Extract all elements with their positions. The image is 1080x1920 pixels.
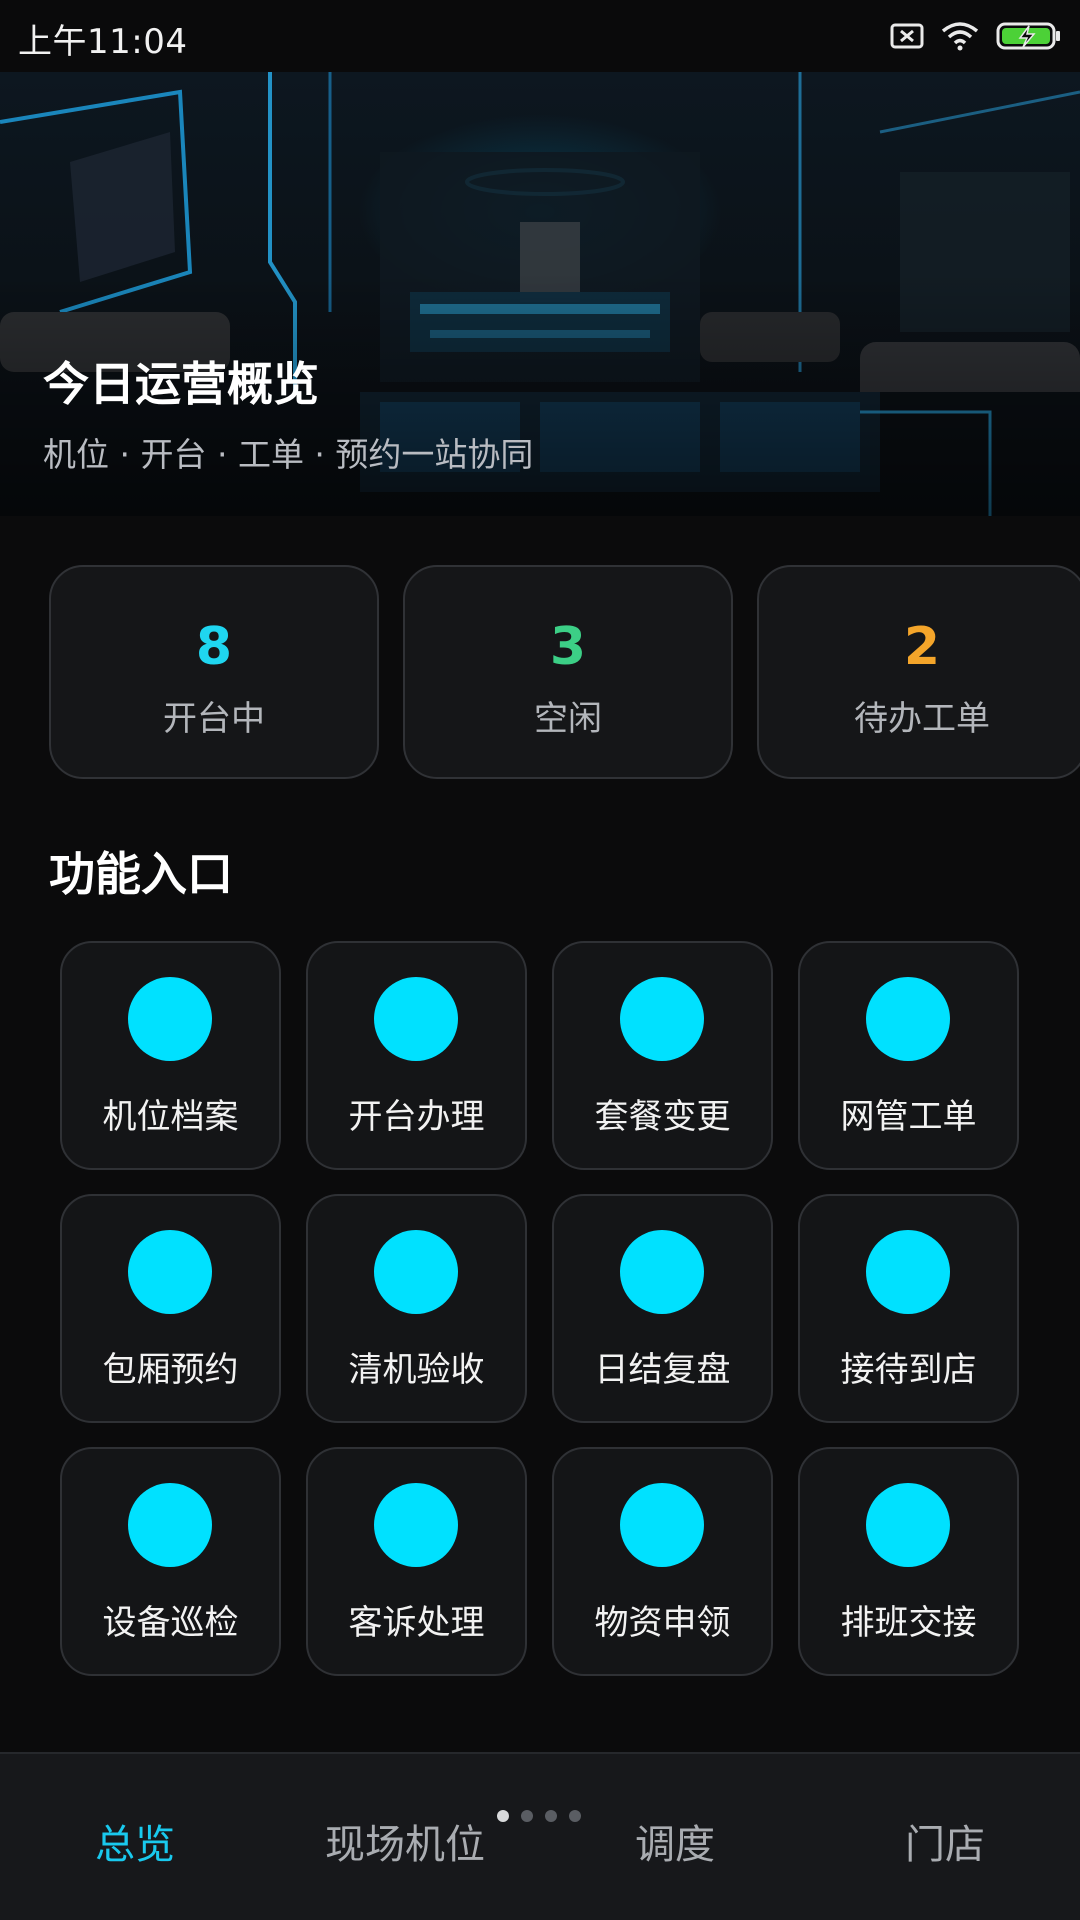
function-label: 套餐变更 [594, 1097, 731, 1137]
status-bar: 上午11:04 [0, 0, 1080, 72]
sim-error-icon [890, 23, 924, 49]
page-dot [569, 1810, 581, 1822]
function-icon [128, 977, 212, 1061]
status-icons [890, 18, 1062, 54]
function-icon [620, 977, 704, 1061]
nav-item-onsite-seats[interactable]: 现场机位 [295, 1812, 515, 1870]
function-icon [128, 1483, 212, 1567]
stat-card-pending-orders[interactable]: 2 待办工单 [757, 565, 1080, 779]
function-tile[interactable]: 网管工单 [798, 941, 1019, 1170]
function-icon [374, 977, 458, 1061]
function-tile[interactable]: 物资申领 [552, 1447, 773, 1676]
hero-banner: 今日运营概览 机位 · 开台 · 工单 · 预约一站协同 [0, 72, 1080, 516]
status-time: 上午11:04 [18, 22, 188, 62]
page-dot [497, 1810, 509, 1822]
function-tile[interactable]: 设备巡检 [60, 1447, 281, 1676]
function-tile[interactable]: 套餐变更 [552, 941, 773, 1170]
function-label: 清机验收 [348, 1350, 485, 1390]
stat-label: 待办工单 [854, 699, 990, 739]
function-icon [866, 1483, 950, 1567]
nav-item-store[interactable]: 门店 [835, 1812, 1055, 1870]
function-tile[interactable]: 清机验收 [306, 1194, 527, 1423]
function-icon [374, 1483, 458, 1567]
nav-item-overview[interactable]: 总览 [25, 1812, 245, 1870]
function-label: 客诉处理 [348, 1603, 485, 1643]
bottom-nav: 总览 现场机位 调度 门店 [0, 1752, 1080, 1920]
function-icon [620, 1483, 704, 1567]
function-label: 开台办理 [348, 1097, 485, 1137]
stat-value: 3 [549, 617, 587, 677]
function-tile[interactable]: 接待到店 [798, 1194, 1019, 1423]
page-dot [521, 1810, 533, 1822]
function-label: 排班交接 [840, 1603, 977, 1643]
function-icon [374, 1230, 458, 1314]
wifi-icon [940, 21, 980, 51]
page-dot [545, 1810, 557, 1822]
hero-title: 今日运营概览 [43, 357, 319, 411]
function-tile[interactable]: 排班交接 [798, 1447, 1019, 1676]
stat-card-open[interactable]: 8 开台中 [49, 565, 379, 779]
hero-subtitle: 机位 · 开台 · 工单 · 预约一站协同 [43, 435, 534, 474]
function-tile[interactable]: 机位档案 [60, 941, 281, 1170]
function-label: 网管工单 [840, 1097, 977, 1137]
stat-value: 2 [903, 617, 941, 677]
function-icon [128, 1230, 212, 1314]
function-tile[interactable]: 开台办理 [306, 941, 527, 1170]
function-label: 物资申领 [594, 1603, 731, 1643]
function-icon [866, 1230, 950, 1314]
function-tile[interactable]: 客诉处理 [306, 1447, 527, 1676]
page-indicator [497, 1810, 581, 1824]
stat-label: 空闲 [534, 699, 602, 739]
function-label: 接待到店 [840, 1350, 977, 1390]
functions-section-title: 功能入口 [49, 847, 233, 901]
nav-item-dispatch[interactable]: 调度 [565, 1812, 785, 1870]
function-label: 包厢预约 [102, 1350, 239, 1390]
stat-card-idle[interactable]: 3 空闲 [403, 565, 733, 779]
stat-value: 8 [195, 617, 233, 677]
function-label: 日结复盘 [594, 1350, 731, 1390]
function-icon [620, 1230, 704, 1314]
function-label: 设备巡检 [102, 1603, 239, 1643]
function-tile[interactable]: 包厢预约 [60, 1194, 281, 1423]
function-tile[interactable]: 日结复盘 [552, 1194, 773, 1423]
stats-row: 8 开台中 3 空闲 2 待办工单 [0, 516, 1080, 786]
battery-charging-icon [996, 21, 1062, 51]
stat-label: 开台中 [163, 699, 265, 739]
function-icon [866, 977, 950, 1061]
function-label: 机位档案 [102, 1097, 239, 1137]
